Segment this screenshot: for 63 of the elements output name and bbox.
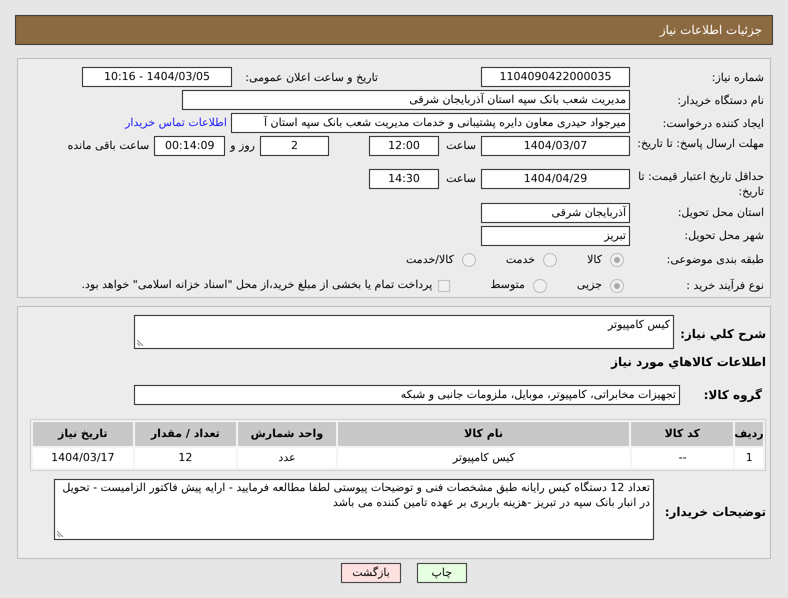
radio-label: متوسط	[490, 277, 525, 294]
radio-label: کالا	[587, 252, 602, 268]
back-button[interactable]: بازگشت	[341, 563, 401, 583]
value-field: میرجواد حیدری معاون دایره پشتیبانی و خدمات مدیریت شعب بانک سپه استان آ	[231, 113, 630, 133]
radio-button[interactable]	[532, 278, 547, 293]
column-header: ردیف	[735, 422, 763, 446]
field-label: طبقه بندی موضوعی:	[666, 252, 764, 268]
value-field: 1404/04/29	[481, 169, 630, 190]
value-field: 14:30	[369, 169, 439, 190]
print-button[interactable]: چاپ	[416, 563, 467, 583]
field-label: شماره نیاز:	[710, 70, 764, 84]
value-field: 1404/03/05 - 10:16	[82, 67, 232, 87]
value-field: آذربایجان شرقی	[481, 202, 630, 223]
column-header: تاریخ نیاز	[33, 422, 133, 446]
time-label: ساعت	[445, 138, 477, 154]
checkbox[interactable]	[438, 280, 450, 292]
value-field: 12:00	[369, 136, 439, 156]
notes-field[interactable]: تعداد 12 دستگاه کیس رایانه طبق مشخصات فنی و توضیحات پیوستی لطفا مطالعه فرمایید - ارایه پیش فاکتور الزامیست - تحویل در انبار بانک سپه در تبریز -هزینه باربری بر عهده تامین کننده می باشد	[54, 479, 654, 540]
field-label: نوع فرآیند خرید :	[685, 278, 764, 294]
radio-button[interactable]	[543, 252, 558, 267]
field-label: تاریخ و ساعت اعلان عمومی:	[244, 70, 378, 84]
radio-label: جزیی	[576, 277, 602, 294]
radio-button[interactable]	[462, 252, 476, 267]
value-field: 1404/03/07	[481, 136, 630, 156]
column-header: واحد شمارش	[238, 422, 336, 446]
field-label: استان محل تحویل:	[676, 205, 764, 220]
radio-button[interactable]	[610, 252, 624, 267]
days-label: روز و	[228, 138, 256, 154]
field-label: حداقل تاریخ اعتبار قیمت: تا تاریخ:	[637, 169, 764, 200]
radio-label: کالا/خدمت	[406, 252, 454, 268]
value-field: 1104090422000035	[481, 67, 630, 87]
value-field: مدیریت شعب بانک سپه استان آذربایجان شرقی	[182, 90, 630, 110]
value-field: 2	[260, 136, 329, 156]
table-cell: --	[632, 448, 734, 468]
checkbox-label: پرداخت تمام یا بخشی از مبلغ خرید،از محل "اسناد خزانه اسلامی" خواهد بود.	[82, 277, 432, 294]
column-header: تعداد / مقدار	[134, 422, 236, 446]
field-label: توضیحات خریدار:	[664, 504, 766, 521]
description-field[interactable]: کیس کامپیوتر	[134, 315, 674, 349]
field-label: نام دستگاه خریدار:	[676, 92, 764, 108]
column-header: نام کالا	[338, 422, 630, 446]
table-cell: 12	[134, 448, 236, 468]
table-cell: کیس کامپیوتر	[338, 448, 630, 468]
countdown-field: 00:14:09	[154, 136, 226, 156]
table-cell: 1404/03/17	[33, 448, 133, 468]
table-cell: 1	[735, 448, 763, 468]
remaining-label: ساعت باقی مانده	[66, 138, 150, 154]
field-label: شرح کلي نیاز:	[679, 326, 766, 343]
column-header: کد کالا	[631, 422, 733, 446]
value-field: تبریز	[481, 226, 630, 246]
resize-grip-icon	[57, 530, 64, 537]
group-field: تجهیزات مخابراتی، کامپیوتر، موبایل، ملزومات جانبی و شبکه	[134, 385, 680, 405]
resize-grip-icon	[137, 339, 144, 346]
field-label: شهر محل تحویل:	[683, 228, 764, 244]
field-label: مهلت ارسال پاسخ: تا تاریخ:	[636, 136, 764, 151]
page-title: جزئیات اطلاعات نیاز	[660, 22, 762, 39]
time-label: ساعت	[445, 171, 477, 188]
radio-button[interactable]	[610, 278, 624, 293]
field-label: ایجاد کننده درخواست:	[662, 116, 764, 130]
table-cell: عدد	[238, 448, 336, 468]
radio-label: خدمت	[506, 252, 536, 268]
contact-link[interactable]: اطلاعات تماس خریدار	[125, 114, 227, 132]
field-label: گروه کالا:	[702, 387, 763, 404]
section-title: اطلاعات کالاهاي مورد نیاز	[610, 354, 766, 371]
